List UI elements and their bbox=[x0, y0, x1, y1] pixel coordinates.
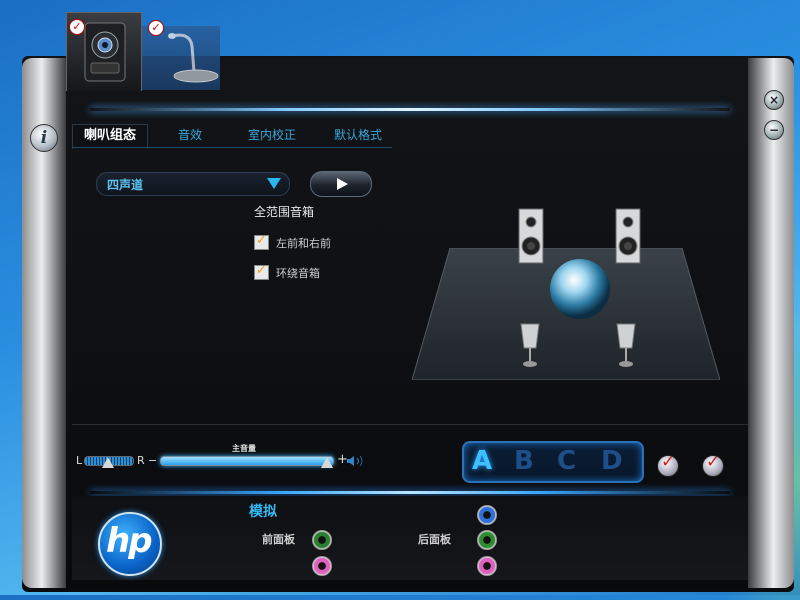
rear-left-speaker-icon[interactable] bbox=[518, 322, 542, 370]
main-volume-thumb[interactable] bbox=[321, 457, 333, 468]
main-volume-slider[interactable] bbox=[160, 456, 334, 466]
analog-label: 模拟 bbox=[249, 504, 277, 520]
front-lr-checkbox[interactable]: ✓ bbox=[254, 233, 269, 250]
balance-right-label: R bbox=[137, 454, 145, 467]
profile-b-button[interactable]: B bbox=[514, 446, 534, 476]
listener-orb-icon bbox=[550, 259, 610, 319]
rear-right-speaker-icon[interactable] bbox=[614, 322, 638, 370]
balance-left-label: L bbox=[76, 454, 83, 467]
play-test-button[interactable] bbox=[310, 171, 372, 197]
bottom-glow-divider bbox=[90, 491, 730, 494]
device-tab-speaker[interactable]: ✓ bbox=[66, 12, 142, 91]
speaker-config-value: 四声道 bbox=[107, 178, 144, 192]
top-glow-divider bbox=[90, 108, 730, 111]
speaker-checked-icon: ✓ bbox=[69, 19, 85, 35]
speaker-config-select[interactable]: 四声道 bbox=[96, 172, 290, 196]
connector-panel bbox=[72, 496, 748, 580]
rear-jack-blue[interactable] bbox=[477, 505, 497, 525]
surround-label: 环绕音箱 bbox=[276, 267, 320, 280]
front-jack-pink[interactable] bbox=[312, 556, 332, 576]
front-panel-label: 前面板 bbox=[262, 533, 295, 546]
close-icon[interactable]: × bbox=[764, 90, 784, 110]
confirm-check-icon[interactable]: ✓ bbox=[702, 452, 724, 477]
fullrange-speakers-title: 全范围音箱 bbox=[254, 205, 315, 219]
minimize-icon[interactable]: − bbox=[764, 120, 784, 140]
hp-logo: hp bbox=[98, 512, 162, 576]
microphone-checked-icon: ✓ bbox=[148, 20, 164, 36]
profile-a-button[interactable]: A bbox=[472, 446, 492, 476]
speaker-volume-icon[interactable] bbox=[346, 455, 366, 467]
rear-panel-label: 后面板 bbox=[418, 533, 451, 546]
tab-sound-effects[interactable]: 音效 bbox=[162, 124, 218, 148]
profile-c-button[interactable]: C bbox=[557, 446, 576, 476]
rear-jack-green[interactable] bbox=[477, 530, 497, 550]
tab-underline bbox=[72, 147, 392, 148]
tab-speaker-config[interactable]: 喇叭组态 bbox=[72, 124, 148, 149]
front-left-speaker-icon[interactable] bbox=[518, 208, 544, 264]
front-right-speaker-icon[interactable] bbox=[615, 208, 641, 264]
info-icon[interactable]: i bbox=[30, 124, 58, 152]
balance-slider-thumb[interactable] bbox=[102, 457, 114, 468]
profile-d-button[interactable]: D bbox=[601, 446, 623, 476]
front-jack-green[interactable] bbox=[312, 530, 332, 550]
profile-selector: A B C D bbox=[462, 441, 644, 483]
main-volume-label: 主音量 bbox=[232, 444, 256, 453]
surround-checkbox[interactable]: ✓ bbox=[254, 263, 269, 280]
rear-jack-pink[interactable] bbox=[477, 556, 497, 576]
tab-room-correction[interactable]: 室内校正 bbox=[234, 124, 310, 148]
front-lr-label: 左前和右前 bbox=[276, 237, 331, 250]
apply-check-icon[interactable]: ✓ bbox=[657, 452, 679, 477]
volume-divider bbox=[72, 424, 748, 425]
play-icon bbox=[337, 178, 348, 190]
tab-default-format[interactable]: 默认格式 bbox=[320, 124, 396, 148]
volume-minus-label: − bbox=[148, 454, 158, 467]
chevron-down-icon bbox=[267, 178, 281, 189]
